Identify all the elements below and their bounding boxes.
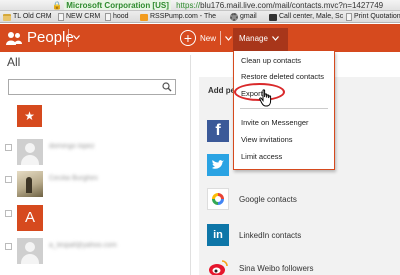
twitter-icon	[207, 154, 229, 176]
people-icon	[6, 32, 22, 45]
screenshot: 🔒 Microsoft Corporation [US] https://blu…	[0, 0, 400, 275]
bookmark-new-crm[interactable]: NEW CRM	[58, 11, 101, 22]
linkedin-icon: in	[207, 224, 229, 246]
search-input[interactable]	[9, 83, 154, 98]
manage-label: Manage	[239, 34, 268, 43]
bookmark-label: RSSPump.com - The	[150, 13, 217, 20]
service-google[interactable]: Google contacts	[207, 188, 297, 210]
service-label: Sina Weibo followers	[239, 263, 314, 273]
browser-address-bar[interactable]: 🔒 Microsoft Corporation [US] https://blu…	[0, 0, 400, 11]
app-switcher-button[interactable]	[68, 29, 82, 47]
avatar	[17, 139, 43, 165]
gear-icon	[230, 13, 238, 21]
contact-name: a_lespaf@yahoo.com	[49, 242, 117, 249]
avatar	[17, 171, 43, 197]
contact-checkbox[interactable]	[5, 144, 12, 151]
bookmark-label: hood	[113, 13, 129, 20]
service-label: LinkedIn contacts	[239, 230, 302, 240]
add-people-heading: Add pe	[208, 86, 236, 95]
certificate-badge[interactable]: Microsoft Corporation [US]	[64, 0, 171, 10]
sina-weibo-icon	[207, 257, 229, 275]
avatar	[17, 238, 43, 264]
app-header: People + New Manage	[0, 24, 400, 52]
bookmark-label: gmail	[240, 13, 257, 20]
contact-row[interactable]: domingo lopez	[5, 139, 185, 169]
service-sina-weibo[interactable]: Sina Weibo followers	[207, 257, 314, 275]
chevron-down-icon	[225, 35, 232, 41]
new-separator	[220, 31, 222, 45]
url-scheme: https://	[176, 1, 201, 10]
plus-icon: +	[180, 30, 196, 46]
search-icon[interactable]	[162, 82, 172, 92]
page-icon	[105, 13, 111, 21]
menu-item-clean-up-contacts[interactable]: Clean up contacts	[241, 56, 301, 65]
certificate-label: Microsoft Corporation [US]	[66, 1, 169, 10]
service-label: Google contacts	[239, 194, 297, 204]
menu-item-limit-access[interactable]: Limit access	[241, 152, 282, 161]
chevron-down-icon	[73, 35, 80, 40]
bookmark-label: Call center, Male, Sc	[279, 13, 344, 20]
bookmark-tl-old-crm[interactable]: TL Old CRM	[3, 11, 52, 22]
rss-icon	[140, 13, 148, 21]
menu-item-restore-deleted-contacts[interactable]: Restore deleted contacts	[241, 72, 324, 81]
bookmark-hood[interactable]: hood	[105, 11, 129, 22]
contact-checkbox[interactable]	[5, 243, 12, 250]
facebook-icon: f	[207, 120, 229, 142]
url-path: blu176.mail.live.com/mail/contacts.mvc?n…	[200, 1, 384, 10]
google-icon	[207, 188, 229, 210]
page-icon	[58, 13, 64, 21]
bookmark-label: Print Quotation	[354, 13, 400, 20]
bookmark-call-center[interactable]: Call center, Male, Sc	[269, 11, 344, 22]
bookmark-print-quotation[interactable]: Print Quotation	[346, 11, 400, 22]
manage-button[interactable]: Manage	[233, 28, 288, 52]
pane-divider	[190, 55, 191, 275]
bookmark-label: NEW CRM	[66, 13, 101, 20]
menu-divider	[240, 108, 328, 109]
contact-row[interactable]: a_lespaf@yahoo.com	[5, 238, 185, 268]
phone-icon	[269, 13, 277, 21]
chevron-down-icon	[272, 36, 280, 42]
new-button[interactable]: + New	[180, 28, 232, 48]
bookmark-rsspump[interactable]: RSSPump.com - The	[140, 11, 217, 22]
bookmarks-bar: TL Old CRM NEW CRM hood RSSPump.com - Th…	[0, 11, 400, 23]
service-linkedin[interactable]: in LinkedIn contacts	[207, 224, 301, 246]
new-label: New	[200, 33, 217, 43]
menu-item-view-invitations[interactable]: View invitations	[241, 135, 293, 144]
bookmark-gmail[interactable]: gmail	[230, 11, 257, 22]
search-box[interactable]	[8, 79, 176, 98]
contact-checkbox[interactable]	[5, 210, 12, 217]
favorites-tile[interactable]: ★	[17, 105, 42, 127]
bookmark-label: TL Old CRM	[13, 13, 52, 20]
contacts-list-heading: All	[7, 55, 21, 69]
url-text[interactable]: https://blu176.mail.live.com/mail/contac…	[176, 1, 383, 10]
app-title[interactable]: People	[27, 29, 74, 46]
menu-item-invite-on-messenger[interactable]: Invite on Messenger	[241, 118, 309, 127]
avatar: A	[17, 205, 43, 231]
manage-dropdown-menu: Clean up contacts Restore deleted contac…	[233, 51, 335, 170]
hand-cursor-icon	[259, 89, 272, 107]
lock-icon: 🔒	[52, 1, 62, 10]
contact-checkbox[interactable]	[5, 176, 12, 183]
page-icon	[346, 13, 352, 21]
contact-row[interactable]: Cecilia Burghini	[5, 171, 185, 201]
contact-name: domingo lopez	[49, 143, 95, 150]
contact-row[interactable]: A	[5, 205, 185, 235]
contact-name: Cecilia Burghini	[49, 175, 98, 182]
folder-icon	[3, 13, 11, 21]
star-icon: ★	[24, 109, 35, 123]
